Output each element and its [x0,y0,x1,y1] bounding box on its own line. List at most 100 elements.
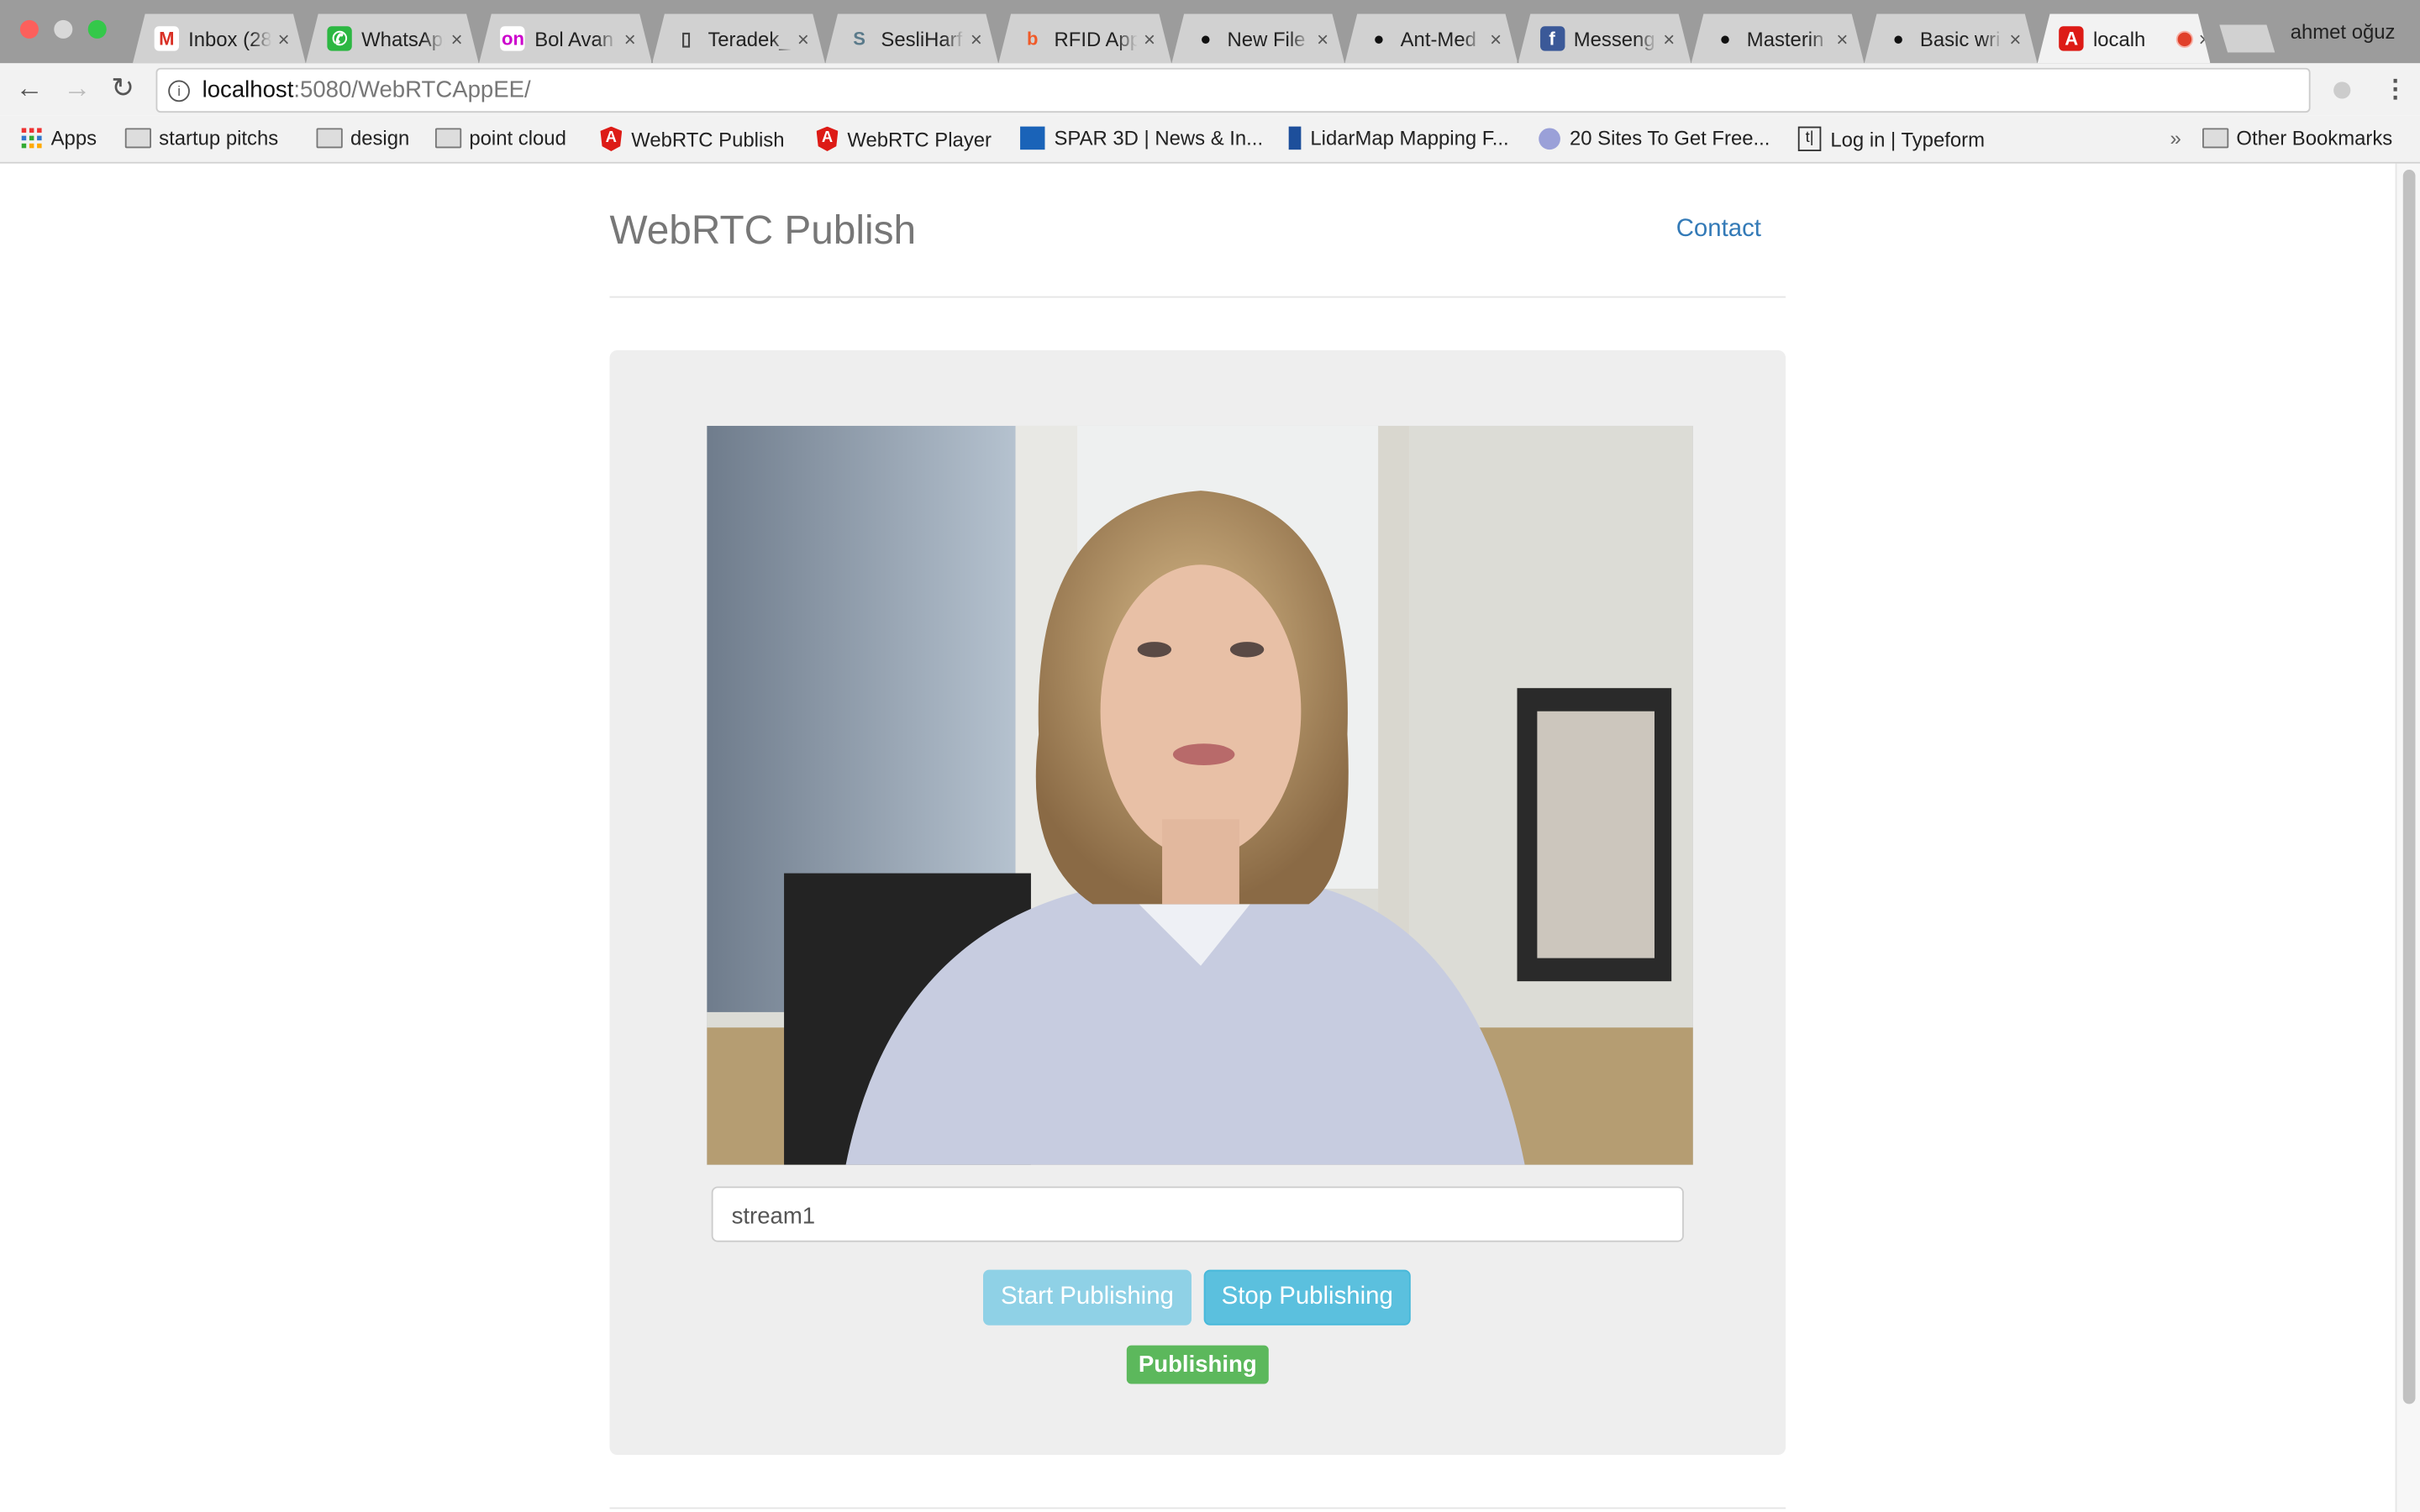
bookmark-item[interactable]: 20 Sites To Get Free... [1539,127,1770,150]
bookmark-label: design [350,126,410,150]
reload-icon[interactable]: ↻ [111,72,134,105]
video-frame [707,425,1693,1165]
bookmark-label: WebRTC Publish [631,127,785,151]
bookmark-label: WebRTC Player [847,127,992,151]
local-video [707,425,1693,1165]
tab-title: localh [2092,27,2146,50]
tab[interactable]: on Bol Avan × [479,14,652,64]
tab[interactable]: b RFID App × [998,14,1171,64]
folder-icon [434,128,462,149]
tab-bar: M Inbox (28 × ✆ WhatsApp × on Bol Avan × ▯ Teradek… [0,0,2420,64]
facebook-icon: f [1539,26,1564,50]
tab[interactable]: ● Basic wri × [1865,14,2038,64]
menu-icon[interactable]: ⋮ [2383,74,2407,105]
bookmark-label: point cloud [469,126,566,150]
github-icon: ● [1373,28,1385,50]
close-tab-icon[interactable]: × [1490,27,1502,50]
angular-icon: A [2060,26,2084,50]
close-window-button[interactable] [19,19,39,39]
close-tab-icon[interactable]: × [451,27,463,50]
apps-icon [21,128,42,149]
close-tab-icon[interactable]: × [2009,27,2021,50]
tab-title: Teradek_ [708,27,791,50]
other-bookmarks[interactable]: Other Bookmarks [2202,127,2392,150]
spar-icon [1020,126,1045,150]
bookmark-item[interactable]: t| Log in | Typeform [1797,126,1986,151]
close-tab-icon[interactable]: × [2199,27,2211,50]
maximize-window-button[interactable] [87,19,107,39]
close-tab-icon[interactable]: × [1663,27,1675,50]
contact-link[interactable]: Contact [1676,216,1761,244]
angular-icon: A [816,126,839,151]
close-tab-icon[interactable]: × [278,27,290,50]
tab[interactable]: ● New File × [1171,14,1344,64]
tab[interactable]: Alocalh × [2038,14,2211,64]
bookmark-item[interactable]: Apps [21,126,97,150]
back-icon[interactable]: ← [15,72,43,105]
close-tab-icon[interactable]: × [1144,27,1155,50]
close-tab-icon[interactable]: × [971,27,982,50]
bookmark-item[interactable]: startup pitchs [124,126,279,150]
bookmark-label: startup pitchs [159,126,279,150]
more-bookmarks-button[interactable]: » [2170,127,2181,150]
other-bookmarks-label: Other Bookmarks [2236,126,2393,150]
new-tab-button[interactable] [2219,24,2275,53]
tab[interactable]: M Inbox (28 × [133,14,306,64]
footer-divider [609,1507,1786,1509]
scrollbar-thumb[interactable] [2402,170,2416,1404]
tab[interactable]: ▯ Teradek_ × [652,14,825,64]
folder-icon [124,128,151,149]
tab-title: Ant-Med [1400,27,1476,50]
folder-icon [2202,128,2229,149]
bookmark-item[interactable]: point cloud [434,126,566,150]
scrollbar[interactable] [2395,163,2420,1512]
b-icon: b [1027,28,1039,50]
tab[interactable]: f Messeng × [1518,14,1691,64]
bookmark-label: LidarMap Mapping F... [1310,126,1509,150]
globe-icon [1539,127,1560,150]
bookmark-label: 20 Sites To Get Free... [1569,126,1770,150]
profile-name[interactable]: ahmet oğuz [2291,20,2396,44]
close-tab-icon[interactable]: × [797,27,809,50]
recording-icon [2175,30,2192,47]
tab-title: WhatsApp [361,27,445,50]
bookmark-label: SPAR 3D | News & In... [1054,126,1264,150]
lidarmap-icon [1288,126,1302,150]
url-path: :5080/WebRTCAppEE/ [293,76,531,104]
info-icon[interactable]: i [168,79,190,102]
bookmark-label: Log in | Typeform [1830,127,1986,151]
bookmarks-bar: Apps startup pitchs design point cloud A WebR… [0,115,2420,164]
close-tab-icon[interactable]: × [624,27,636,50]
bookmark-item[interactable]: A WebRTC Publish [600,126,785,151]
tab-title: Messeng [1573,27,1655,50]
tab[interactable]: ✆ WhatsApp × [306,14,479,64]
whatsapp-icon: ✆ [328,26,352,50]
minimize-window-button[interactable] [54,19,73,39]
close-tab-icon[interactable]: × [1317,27,1328,50]
start-publishing-button[interactable]: Start Publishing [982,1269,1192,1326]
gmail-icon: M [155,26,179,50]
document-icon: ▯ [681,28,692,50]
tab-title: RFID App [1054,27,1138,50]
url-host: localhost [202,76,294,104]
bookmark-item[interactable]: SPAR 3D | News & In... [1020,126,1264,150]
tab[interactable]: ● Masterin × [1691,14,1865,64]
tab[interactable]: ● Ant-Med × [1345,14,1518,64]
bookmark-item[interactable]: LidarMap Mapping F... [1282,126,1509,150]
bookmark-label: Apps [50,126,97,150]
extension-icon[interactable] [2333,81,2351,99]
angular-icon: A [600,126,623,151]
bookmark-item[interactable]: design [316,126,410,150]
github-icon: ● [1719,28,1731,50]
tab-title: New File [1227,27,1306,50]
folder-icon [316,128,343,149]
close-tab-icon[interactable]: × [1836,27,1848,50]
status-badge: Publishing [1126,1345,1269,1384]
bookmark-item[interactable]: A WebRTC Player [816,126,992,151]
stream-name-input[interactable]: stream1 [711,1186,1684,1242]
forward-icon[interactable]: → [63,72,91,105]
tab[interactable]: S SesliHarf × [825,14,998,64]
github-icon: ● [1892,28,1904,50]
address-bar[interactable]: i localhost:5080/WebRTCAppEE/ [155,67,2311,113]
stop-publishing-button[interactable]: Stop Publishing [1203,1269,1411,1326]
